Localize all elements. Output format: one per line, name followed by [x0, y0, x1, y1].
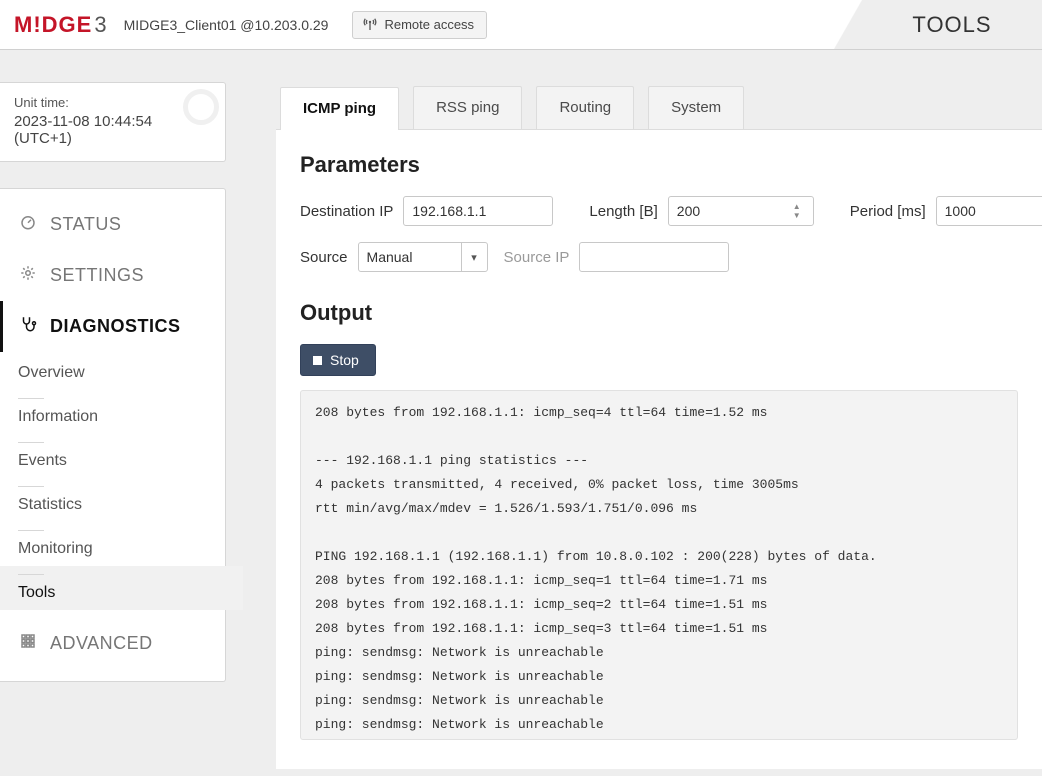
- nav-box: STATUS SETTINGS DIAGNOSTICS Overview Inf…: [0, 188, 226, 682]
- period-group: Period [ms] 1000 ▲▼: [850, 196, 1042, 226]
- grid-icon: [18, 632, 38, 655]
- param-row-2: Source Manual ▾ Source IP: [300, 242, 1018, 272]
- antenna-icon: [363, 17, 377, 33]
- subnav-statistics[interactable]: Statistics: [18, 478, 225, 522]
- destination-ip-group: Destination IP: [300, 196, 553, 226]
- tab-rss-ping[interactable]: RSS ping: [413, 86, 522, 129]
- period-value: 1000: [945, 203, 976, 219]
- ping-output: 208 bytes from 192.168.1.1: icmp_seq=4 t…: [300, 390, 1018, 740]
- gauge-icon: [18, 213, 38, 236]
- length-value: 200: [677, 203, 700, 219]
- nav-diagnostics-label: DIAGNOSTICS: [50, 316, 181, 337]
- top-bar: M!DGE3 MIDGE3_Client01 @10.203.0.29 Remo…: [0, 0, 1042, 50]
- subnav-overview[interactable]: Overview: [18, 356, 225, 390]
- remote-access-label: Remote access: [384, 17, 474, 32]
- length-spinner-icon[interactable]: ▲▼: [793, 199, 811, 223]
- main-area: ICMP ping RSS ping Routing System Parame…: [276, 86, 1042, 776]
- logo-suffix: 3: [94, 12, 107, 37]
- stop-button[interactable]: Stop: [300, 344, 376, 376]
- topbar-left: M!DGE3 MIDGE3_Client01 @10.203.0.29 Remo…: [0, 11, 487, 39]
- output-heading: Output: [300, 300, 1018, 326]
- period-input[interactable]: 1000 ▲▼: [936, 196, 1042, 226]
- period-label: Period [ms]: [850, 203, 926, 220]
- nav-settings[interactable]: SETTINGS: [0, 250, 225, 301]
- stop-button-label: Stop: [330, 352, 359, 368]
- tab-panel: Parameters Destination IP Length [B] 200…: [276, 129, 1042, 769]
- page-title-label: TOOLS: [912, 12, 991, 38]
- nav-status-label: STATUS: [50, 214, 121, 235]
- stop-icon: [313, 356, 322, 365]
- subnav-tools[interactable]: Tools: [0, 566, 243, 610]
- length-label: Length [B]: [589, 203, 657, 220]
- chevron-down-icon: ▾: [461, 243, 487, 271]
- source-ip-group: Source IP: [504, 242, 730, 272]
- brand-logo: M!DGE3: [14, 12, 108, 38]
- unit-time-value: 2023-11-08 10:44:54 (UTC+1): [14, 113, 211, 147]
- nav-advanced-label: ADVANCED: [50, 633, 153, 654]
- param-row-1: Destination IP Length [B] 200 ▲▼ Period …: [300, 196, 1018, 226]
- source-group: Source Manual ▾: [300, 242, 488, 272]
- destination-ip-input[interactable]: [403, 196, 553, 226]
- stethoscope-icon: [18, 315, 38, 338]
- subnav-information[interactable]: Information: [18, 390, 225, 434]
- unit-time-label: Unit time:: [14, 95, 211, 110]
- subnav-events[interactable]: Events: [18, 434, 225, 478]
- tool-tabs: ICMP ping RSS ping Routing System: [276, 86, 1042, 129]
- subnav-monitoring[interactable]: Monitoring: [18, 522, 225, 566]
- nav-settings-label: SETTINGS: [50, 265, 144, 286]
- source-label: Source: [300, 249, 348, 266]
- nav-diagnostics[interactable]: DIAGNOSTICS: [0, 301, 225, 352]
- destination-ip-label: Destination IP: [300, 203, 393, 220]
- length-group: Length [B] 200 ▲▼: [589, 196, 813, 226]
- refresh-ring-icon: [183, 89, 219, 125]
- tab-system[interactable]: System: [648, 86, 744, 129]
- unit-time-card: Unit time: 2023-11-08 10:44:54 (UTC+1): [0, 82, 226, 162]
- gear-icon: [18, 264, 38, 287]
- tab-routing[interactable]: Routing: [536, 86, 634, 129]
- source-select-value: Manual: [367, 249, 413, 265]
- sidebar: Unit time: 2023-11-08 10:44:54 (UTC+1) S…: [0, 82, 226, 682]
- parameters-heading: Parameters: [300, 152, 1018, 178]
- diagnostics-subnav: Overview Information Events Statistics M…: [0, 352, 225, 618]
- tab-icmp-ping[interactable]: ICMP ping: [280, 87, 399, 130]
- source-ip-input[interactable]: [579, 242, 729, 272]
- source-ip-label: Source IP: [504, 249, 570, 266]
- length-input[interactable]: 200 ▲▼: [668, 196, 814, 226]
- nav-status[interactable]: STATUS: [0, 199, 225, 250]
- device-id: MIDGE3_Client01 @10.203.0.29: [124, 17, 329, 33]
- nav-advanced[interactable]: ADVANCED: [0, 618, 225, 669]
- logo-text: M!DGE: [14, 12, 92, 37]
- source-select[interactable]: Manual ▾: [358, 242, 488, 272]
- page-title-tools: TOOLS: [862, 0, 1042, 49]
- remote-access-button[interactable]: Remote access: [352, 11, 487, 39]
